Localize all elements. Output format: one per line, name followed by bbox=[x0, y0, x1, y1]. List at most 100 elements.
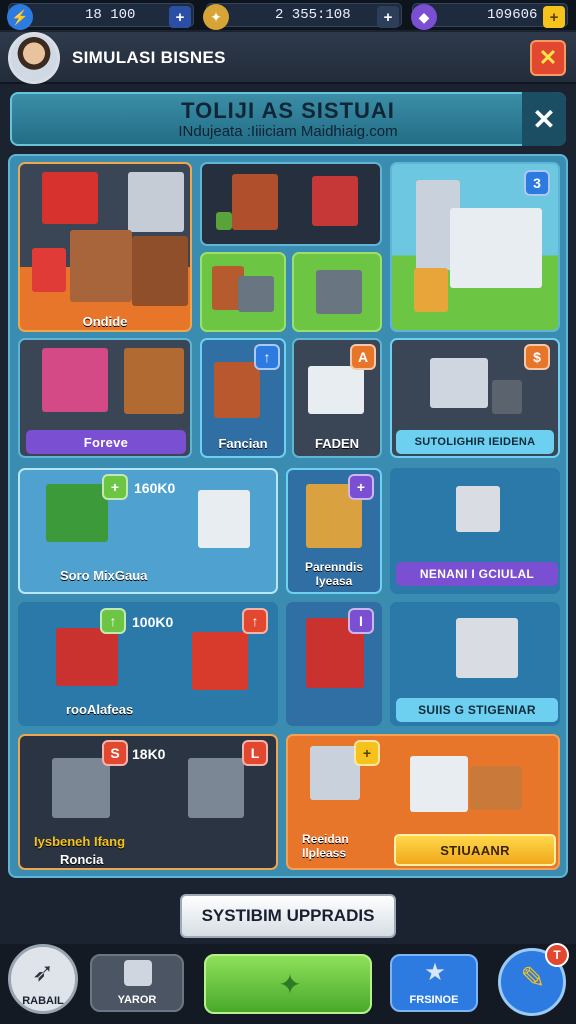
rank-badge: A bbox=[350, 344, 376, 370]
nav-tools[interactable]: ✎ T bbox=[498, 943, 569, 1016]
tile-shop-large[interactable]: Ondide bbox=[18, 162, 192, 332]
crate-icon bbox=[470, 766, 522, 810]
tile-stall[interactable]: $ SUTOLIGHIR IEIDENA bbox=[390, 338, 560, 458]
tile-label: Iysbeneh Ifang bbox=[34, 834, 126, 849]
tools-icon: ✎ bbox=[520, 962, 546, 995]
basket-icon bbox=[56, 628, 118, 686]
energy-value: 18 100 bbox=[85, 7, 136, 23]
close-button[interactable]: ✕ bbox=[530, 40, 566, 76]
cart-icon bbox=[238, 276, 274, 312]
gem-counter: ◆ 109606 + bbox=[411, 3, 568, 30]
mall-icon bbox=[450, 208, 542, 288]
booth-icon bbox=[414, 268, 448, 312]
energy-plus-button[interactable]: + bbox=[169, 6, 191, 28]
tile-trolley[interactable]: SUIIS G STIGENIAR bbox=[390, 602, 560, 726]
nav-calendar[interactable]: YAROR bbox=[90, 954, 184, 1012]
shelf-icon bbox=[132, 236, 188, 306]
tile-facade[interactable]: ↑ Fancian bbox=[200, 338, 286, 458]
cart-icon bbox=[456, 486, 500, 532]
machine-icon bbox=[492, 380, 522, 414]
tile-bar: Foreve bbox=[26, 430, 186, 454]
tile-label: Roncia bbox=[60, 852, 104, 867]
stall-icon bbox=[410, 756, 468, 812]
shelf-icon bbox=[128, 172, 184, 232]
level-badge: I bbox=[348, 608, 374, 634]
tile-bar: SUTOLIGHIR IEIDENA bbox=[396, 430, 554, 454]
tile-label: Parenndis Iyeasa bbox=[304, 560, 364, 588]
system-upgrade-button[interactable]: SYSTIBIM UPPRADIS bbox=[180, 894, 396, 938]
tile-booth[interactable]: + Parenndis Iyeasa bbox=[286, 468, 382, 594]
tile-label: Reeidan Ilpleass bbox=[302, 832, 349, 860]
tile-label: FADEN bbox=[314, 436, 360, 451]
storefront-icon bbox=[214, 362, 260, 418]
action-button[interactable]: STIUAANR bbox=[394, 834, 556, 866]
business-grid-panel: Ondide 3 Foreve ↑ Fancian A FADEN $ SUTO… bbox=[8, 154, 568, 878]
store-icon bbox=[308, 366, 364, 414]
banner-subtitle: INdujeata :Iiiiciam Maidhiaig.com bbox=[178, 123, 398, 140]
nav-shop[interactable]: ★ FRSINOE bbox=[390, 954, 478, 1012]
tile-shelves[interactable]: Foreve bbox=[18, 338, 192, 458]
booth-icon bbox=[310, 746, 360, 800]
tile-produce[interactable] bbox=[200, 252, 286, 332]
banner-title: TOLIJI AS SISTUAI bbox=[181, 98, 395, 123]
tile-label: rooAlafeas bbox=[66, 702, 134, 717]
avatar[interactable] bbox=[8, 32, 60, 84]
plus-badge: + bbox=[348, 474, 374, 500]
tile-orange-market[interactable]: + Reeidan Ilpleass STIUAANR bbox=[286, 734, 560, 870]
tile-value: 100K0 bbox=[132, 614, 174, 630]
star-icon: ✦ bbox=[278, 969, 302, 1000]
tile-shop-dark[interactable] bbox=[200, 162, 382, 246]
nav-label: RABAIL bbox=[22, 995, 64, 1007]
coin-badge: $ bbox=[524, 344, 550, 370]
tile-dark-carts[interactable]: S 18K0 L Iysbeneh Ifang Roncia bbox=[18, 734, 278, 870]
coin-icon: ✦ bbox=[203, 4, 229, 30]
tile-label: Ondide bbox=[82, 314, 128, 329]
plus-badge: + bbox=[102, 474, 128, 500]
bottom-nav: ➶ RABAIL YAROR ✦ ★ FRSINOE ✎ T bbox=[0, 943, 576, 1024]
banner-close-button[interactable]: ✕ bbox=[522, 92, 566, 146]
tile-basket[interactable]: ↑ 100K0 ↑ rooAlafeas bbox=[18, 602, 278, 726]
coin-plus-button[interactable]: + bbox=[377, 6, 399, 28]
lightning-icon: ⚡ bbox=[7, 4, 33, 30]
tile-cart-market[interactable]: NENANI I GCIULAL bbox=[390, 468, 560, 594]
stall-icon bbox=[430, 358, 488, 408]
upgrade-badge: ↑ bbox=[100, 608, 126, 634]
star-badge-icon: ★ bbox=[424, 959, 446, 986]
tile-label: Fancian bbox=[218, 436, 268, 451]
kiosk-icon bbox=[42, 172, 98, 224]
cart-icon bbox=[52, 758, 110, 818]
shelf-icon bbox=[42, 348, 108, 412]
tile-cart[interactable] bbox=[292, 252, 382, 332]
tile-bar: SUIIS G STIGENIAR bbox=[396, 698, 558, 722]
store-icon bbox=[198, 490, 250, 548]
cart-icon bbox=[316, 270, 362, 314]
calendar-icon bbox=[124, 960, 152, 986]
cooler-icon bbox=[32, 248, 66, 292]
tile-label: Soro MixGaua bbox=[60, 568, 148, 583]
gem-plus-button[interactable]: + bbox=[543, 6, 565, 28]
header: SIMULASI BISNES ✕ bbox=[0, 32, 576, 84]
tile-value: 160K0 bbox=[134, 480, 176, 496]
cart-icon bbox=[456, 618, 518, 678]
level-badge: L bbox=[242, 740, 268, 766]
resource-bar: ⚡ 18 100 + ✦ 2 355:108 + ◆ 109606 + bbox=[0, 0, 576, 30]
upgrade-badge: ↑ bbox=[254, 344, 280, 370]
energy-counter: ⚡ 18 100 + bbox=[7, 3, 194, 30]
gem-icon: ◆ bbox=[411, 4, 437, 30]
shelf-icon bbox=[232, 174, 278, 230]
plus-badge: + bbox=[354, 740, 380, 766]
register-icon bbox=[312, 176, 358, 226]
shelf-icon bbox=[124, 348, 184, 414]
tile-booth-2[interactable]: I bbox=[286, 602, 382, 726]
tile-tower[interactable]: 3 bbox=[390, 162, 560, 332]
tile-store[interactable]: A FADEN bbox=[292, 338, 382, 458]
level-badge: 3 bbox=[524, 170, 550, 196]
upgrade-badge: ↑ bbox=[242, 608, 268, 634]
shelf-icon bbox=[70, 230, 132, 302]
tile-green-market[interactable]: + 160K0 Soro MixGaua bbox=[18, 468, 278, 594]
tile-value: 18K0 bbox=[132, 746, 166, 762]
nav-rocket[interactable]: ➶ RABAIL bbox=[8, 944, 78, 1014]
nav-label: YAROR bbox=[117, 994, 157, 1006]
nav-main-action[interactable]: ✦ bbox=[204, 954, 372, 1014]
nav-label: FRSINOE bbox=[409, 994, 459, 1006]
